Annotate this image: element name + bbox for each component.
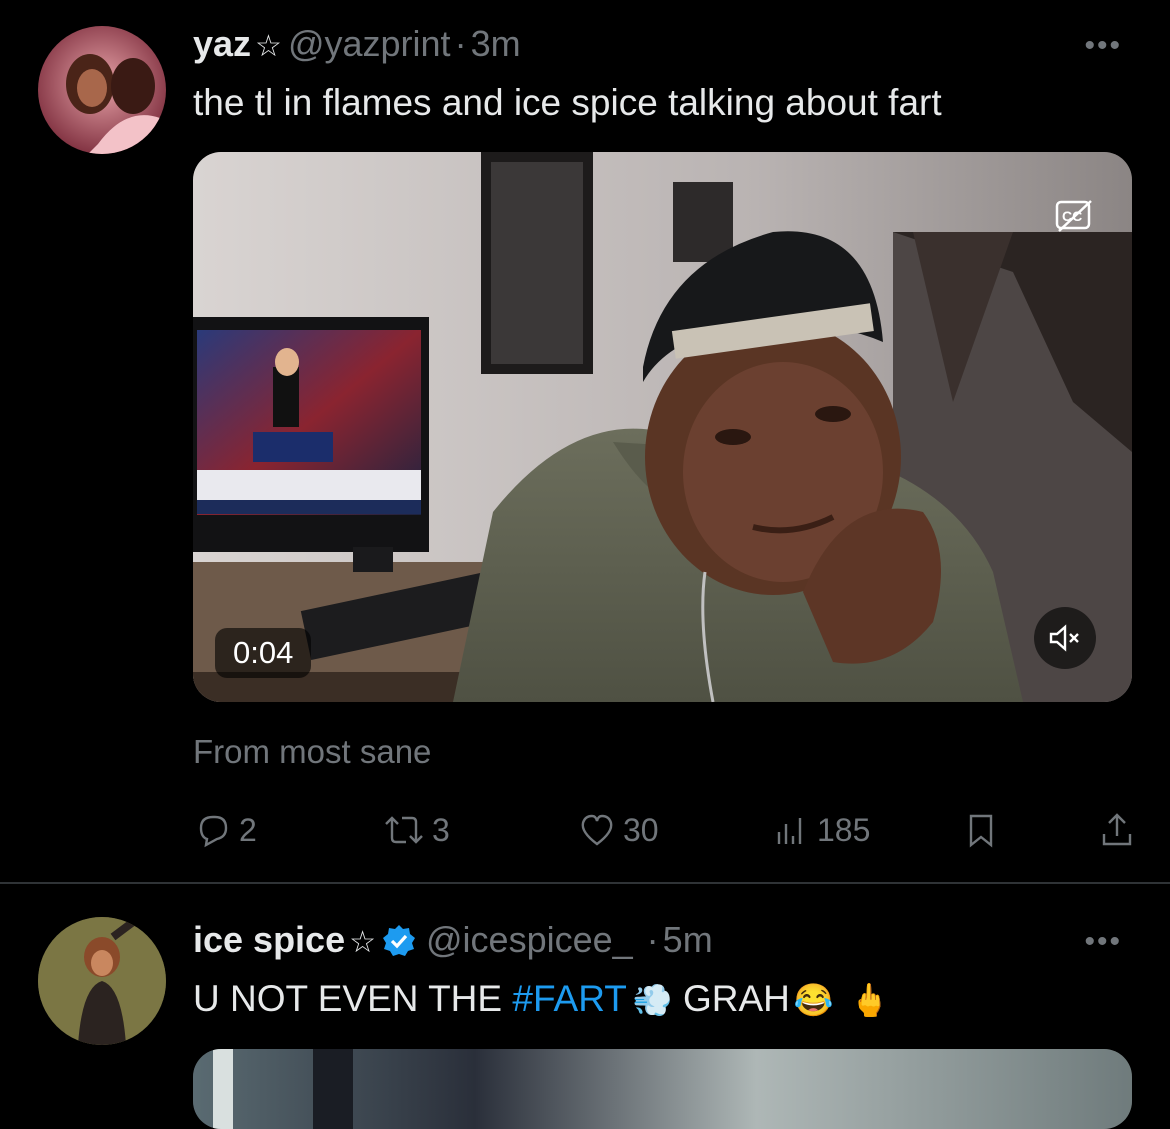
video-time-badge: 0:04 — [215, 628, 312, 678]
tweet-header: yaz ☆ @yazprint · 3m — [193, 22, 521, 69]
hashtag-link[interactable]: #FART — [512, 978, 626, 1019]
star-icon: ☆ — [349, 926, 377, 959]
tweet-text: U NOT EVEN THE #FART 💨 GRAH 😂 🖕 — [193, 976, 890, 1023]
avatar-ice-spice[interactable] — [38, 917, 166, 1045]
video-time: 0:04 — [233, 635, 294, 670]
text-part: GRAH — [672, 978, 790, 1019]
bookmark-icon — [969, 814, 993, 848]
author-name[interactable]: yaz — [193, 23, 251, 64]
laughing-emoji: 😂 — [793, 982, 834, 1018]
dash-emoji: 💨 — [632, 982, 673, 1018]
retweet-count: 3 — [432, 811, 450, 848]
video-caption: From most sane — [193, 733, 432, 770]
star-icon: ☆ — [255, 30, 282, 63]
text-part: U NOT EVEN THE — [193, 978, 513, 1019]
more-dots-icon[interactable]: ••• — [1084, 31, 1122, 61]
timestamp[interactable]: 5m — [663, 919, 713, 960]
author-name[interactable]: ice spice — [193, 919, 345, 960]
reply-icon — [199, 815, 228, 848]
more-dots-icon[interactable]: ••• — [1084, 927, 1122, 957]
retweet-button[interactable]: 3 — [380, 808, 450, 852]
bookmark-button[interactable] — [963, 808, 999, 852]
share-icon — [1102, 813, 1132, 846]
tweet-header: ice spice ☆ @icespicee_ · 5m — [193, 918, 713, 968]
closed-captions-icon[interactable]: CC — [1052, 194, 1096, 238]
reply-button[interactable]: 2 — [193, 808, 257, 852]
avatar-yaz[interactable] — [38, 26, 166, 154]
mute-icon[interactable] — [1034, 607, 1096, 669]
timestamp[interactable]: 3m — [471, 23, 521, 64]
finger-emoji: 🖕 — [849, 982, 890, 1018]
separator: · — [454, 23, 467, 64]
tweet-2[interactable]: ice spice ☆ @icespicee_ · 5m ••• U NOT EVEN… — [0, 884, 1170, 1129]
tweet-text: the tl in flames and ice spice talking a… — [193, 82, 942, 123]
tweet-actions: 2 3 30 185 — [193, 808, 1143, 852]
like-button[interactable]: 30 — [577, 808, 659, 852]
share-button[interactable] — [1098, 808, 1136, 852]
like-count: 30 — [623, 811, 659, 848]
view-count: 185 — [817, 811, 871, 848]
views-icon — [777, 818, 802, 844]
reply-count: 2 — [239, 811, 257, 848]
views-button[interactable]: 185 — [771, 808, 870, 852]
separator: · — [646, 919, 659, 960]
verified-badge-icon — [382, 924, 416, 968]
heart-icon — [581, 814, 613, 846]
tweet-1[interactable]: yaz ☆ @yazprint · 3m ••• the tl in flames an… — [0, 0, 1170, 882]
video-player[interactable]: CC 0:04 — [193, 152, 1132, 702]
retweet-icon — [385, 816, 423, 844]
author-handle[interactable]: @yazprint — [288, 23, 451, 64]
media-preview[interactable] — [193, 1049, 1132, 1129]
author-handle[interactable]: @icespicee_ — [426, 919, 633, 960]
